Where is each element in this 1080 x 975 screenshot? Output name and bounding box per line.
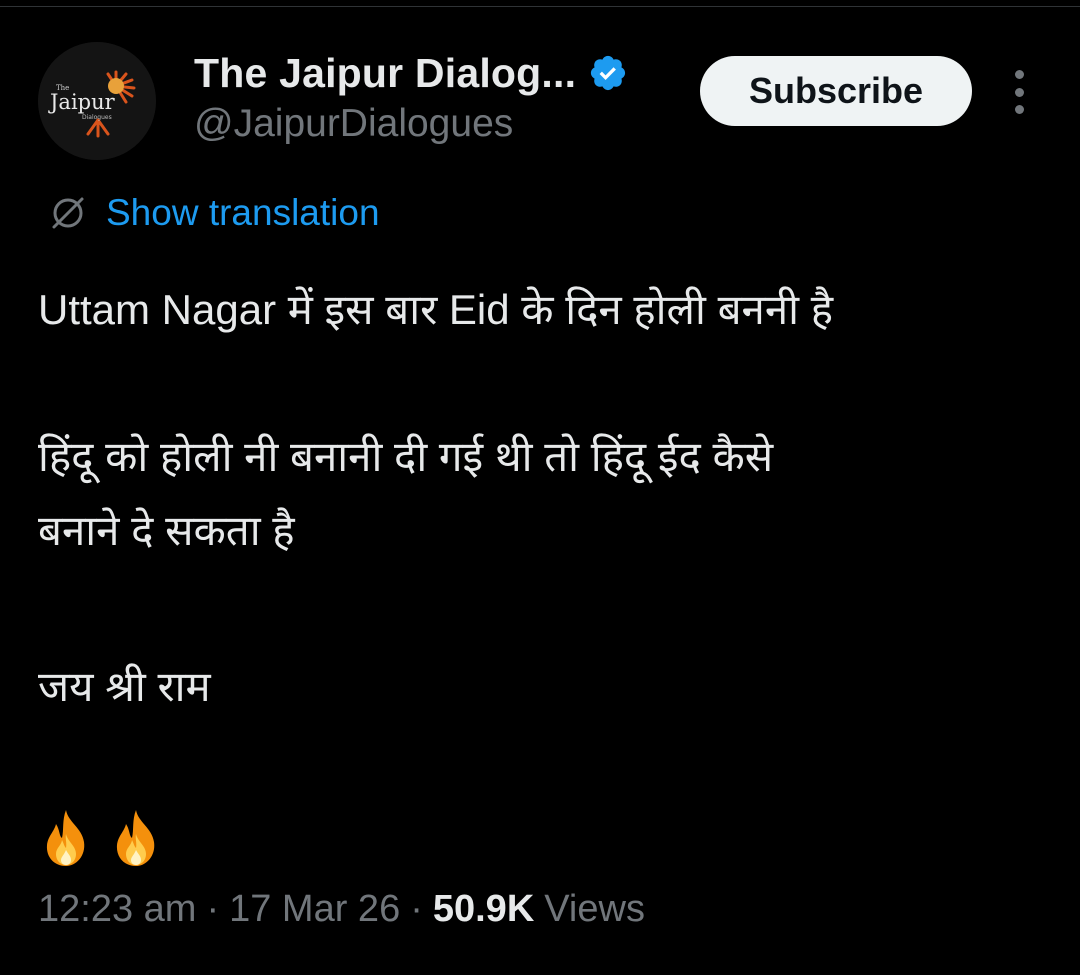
top-divider (0, 0, 1080, 7)
more-vertical-icon[interactable] (1004, 70, 1034, 114)
meta-separator: · (410, 888, 423, 930)
views-label: Views (544, 888, 645, 930)
tweet-meta: 12:23 am · 17 Mar 26 · 50.9K Views (38, 888, 645, 944)
fire-icon (46, 810, 85, 866)
fire-icon (116, 810, 155, 866)
emoji-row (38, 808, 164, 868)
views-count[interactable]: 50.9K (433, 888, 534, 931)
subscribe-button[interactable]: Subscribe (700, 56, 972, 126)
svg-text:Dialogues: Dialogues (82, 114, 112, 121)
more-dot (1014, 70, 1024, 79)
tweet-date[interactable]: 17 Mar 26 (229, 888, 400, 931)
meta-separator: · (206, 888, 220, 930)
svg-text:Jaipur: Jaipur (48, 90, 116, 114)
display-name[interactable]: The Jaipur Dialog... (194, 50, 576, 97)
more-dot (1014, 105, 1024, 114)
verified-badge-icon (591, 55, 626, 91)
jaipur-logo: The Jaipur Dialogues (38, 42, 156, 160)
more-dot (1014, 87, 1024, 97)
show-translation-label: Show translation (106, 192, 380, 233)
avatar[interactable]: The Jaipur Dialogues (38, 42, 156, 160)
tweet-text-line: जय श्री राम (38, 663, 211, 710)
show-translation-link[interactable]: Show translation (48, 190, 380, 236)
tweet-text-line: Uttam Nagar में इस बार Eid के दिन होली ब… (38, 286, 834, 333)
tweet-text-line: बनाने दे सकता है (38, 507, 295, 554)
globe-icon (52, 197, 84, 229)
account-handle[interactable]: @JaipurDialogues (194, 102, 628, 146)
display-name-row: The Jaipur Dialog... (194, 48, 628, 98)
tweet-text-line: हिंदू को होली नी बनानी दी गई थी तो हिंदू… (38, 433, 774, 480)
tweet-header: The Jaipur Dialogues The Jaipur Dialog..… (38, 42, 1048, 162)
name-block: The Jaipur Dialog... @JaipurDialogues (194, 48, 628, 146)
tweet-time[interactable]: 12:23 am (38, 888, 196, 931)
